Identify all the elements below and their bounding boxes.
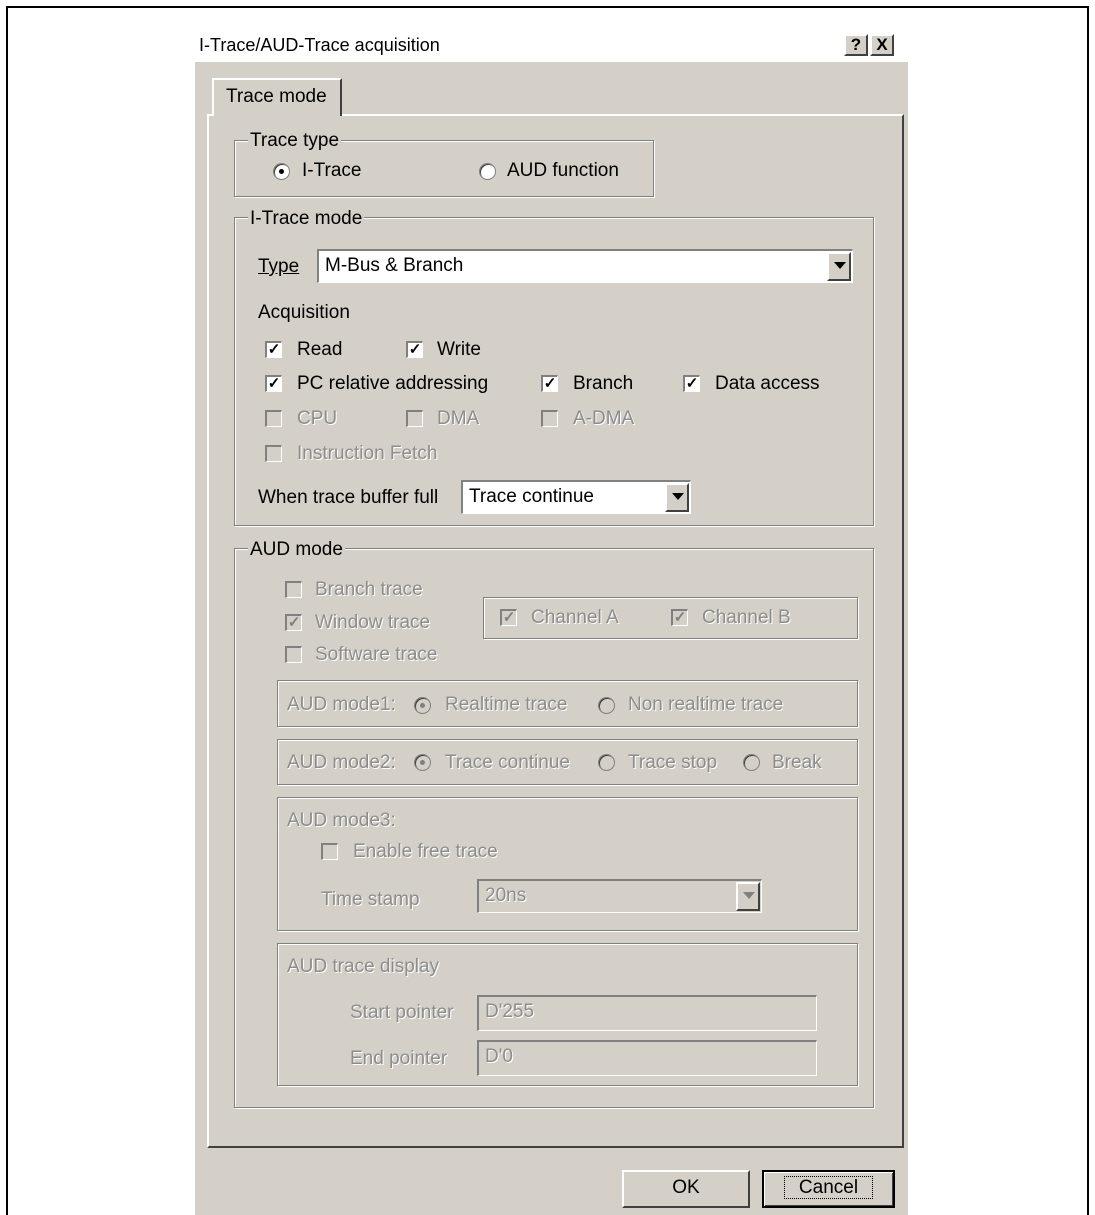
title-bar: I-Trace/AUD-Trace acquisition ? X <box>195 30 908 62</box>
help-button[interactable]: ? <box>844 34 868 56</box>
itrace-radio[interactable] <box>273 163 290 180</box>
type-value: M-Bus & Branch <box>325 255 464 276</box>
non-realtime-trace-label: Non realtime trace <box>628 694 784 715</box>
trace-acquisition-dialog: I-Trace/AUD-Trace acquisition ? X Trace … <box>195 30 908 1215</box>
break-radio <box>743 754 760 771</box>
channel-a-label: Channel A <box>531 607 619 628</box>
close-icon: X <box>876 35 888 54</box>
branch-trace-label: Branch trace <box>315 579 423 600</box>
instruction-fetch-checkbox <box>265 445 282 462</box>
realtime-trace-label: Realtime trace <box>445 694 568 715</box>
time-stamp-label: Time stamp <box>321 889 420 910</box>
time-stamp-dropdown-icon <box>736 882 760 911</box>
read-label: Read <box>297 339 343 360</box>
write-checkbox[interactable]: ✓ <box>406 341 423 358</box>
software-trace-checkbox <box>285 646 302 663</box>
trace-continue-label: Trace continue <box>445 752 570 773</box>
break-label: Break <box>772 752 822 773</box>
cancel-label: Cancel <box>783 1176 874 1199</box>
dialog-title: I-Trace/AUD-Trace acquisition <box>199 35 440 55</box>
aud-mode1-label: AUD mode1: <box>287 694 396 715</box>
realtime-trace-radio <box>414 697 431 714</box>
tab-label: Trace mode <box>226 86 327 107</box>
time-stamp-select: 20ns <box>477 879 762 913</box>
type-label: Type <box>258 256 300 277</box>
branch-checkbox[interactable]: ✓ <box>541 375 558 392</box>
time-stamp-value: 20ns <box>485 885 527 906</box>
aud-mode2-label: AUD mode2: <box>287 752 396 773</box>
trace-stop-radio <box>598 754 615 771</box>
non-realtime-trace-radio <box>598 697 615 714</box>
itrace-radio-label: I-Trace <box>302 160 362 181</box>
channel-b-checkbox: ✓ <box>671 609 688 626</box>
frame-right <box>1087 6 1089 1215</box>
type-dropdown-icon[interactable] <box>827 252 851 281</box>
trace-stop-label: Trace stop <box>628 752 718 773</box>
write-label: Write <box>437 339 481 360</box>
acquisition-label: Acquisition <box>258 302 350 323</box>
data-access-label: Data access <box>715 373 820 394</box>
end-pointer-label: End pointer <box>350 1048 448 1069</box>
adma-checkbox <box>541 410 558 427</box>
enable-free-trace-checkbox <box>321 843 338 860</box>
dma-label: DMA <box>437 408 480 429</box>
window-trace-checkbox: ✓ <box>285 614 302 631</box>
pc-relative-label: PC relative addressing <box>297 373 489 394</box>
aud-mode3-label: AUD mode3: <box>287 810 396 831</box>
channel-a-checkbox: ✓ <box>500 609 517 626</box>
type-select[interactable]: M-Bus & Branch <box>317 249 853 283</box>
aud-mode-label: AUD mode <box>248 539 345 561</box>
buffer-full-label: When trace buffer full <box>258 487 439 508</box>
channel-b-label: Channel B <box>702 607 791 628</box>
dma-checkbox <box>406 410 423 427</box>
help-icon: ? <box>850 35 862 54</box>
enable-free-trace-label: Enable free trace <box>353 841 498 862</box>
software-trace-label: Software trace <box>315 644 438 665</box>
aud-function-radio-label: AUD function <box>507 160 619 181</box>
close-button[interactable]: X <box>870 34 894 56</box>
trace-continue-radio <box>414 754 431 771</box>
window-trace-label: Window trace <box>315 612 431 633</box>
itrace-mode-label: I-Trace mode <box>248 208 365 230</box>
start-pointer-field: D'255 <box>477 995 817 1031</box>
frame-top <box>6 6 1089 8</box>
start-pointer-label: Start pointer <box>350 1002 454 1023</box>
end-pointer-value: D'0 <box>485 1046 513 1067</box>
trace-type-label: Trace type <box>248 130 342 152</box>
ok-label: OK <box>672 1177 700 1198</box>
ok-button[interactable]: OK <box>622 1170 750 1208</box>
adma-label: A-DMA <box>573 408 635 429</box>
data-access-checkbox[interactable]: ✓ <box>683 375 700 392</box>
end-pointer-field: D'0 <box>477 1040 817 1076</box>
instruction-fetch-label: Instruction Fetch <box>297 443 438 464</box>
pc-relative-checkbox[interactable]: ✓ <box>265 375 282 392</box>
branch-trace-checkbox <box>285 581 302 598</box>
start-pointer-value: D'255 <box>485 1001 535 1022</box>
tab-trace-mode[interactable]: Trace mode <box>212 78 342 116</box>
buffer-full-select[interactable]: Trace continue <box>461 480 691 514</box>
aud-trace-display-label: AUD trace display <box>287 956 440 977</box>
read-checkbox[interactable]: ✓ <box>265 341 282 358</box>
branch-label: Branch <box>573 373 634 394</box>
buffer-full-dropdown-icon[interactable] <box>665 483 689 512</box>
cancel-button[interactable]: Cancel <box>762 1170 895 1208</box>
buffer-full-value: Trace continue <box>469 486 594 507</box>
cpu-checkbox <box>265 410 282 427</box>
aud-function-radio[interactable] <box>479 163 496 180</box>
frame-left <box>6 6 8 1215</box>
cpu-label: CPU <box>297 408 338 429</box>
